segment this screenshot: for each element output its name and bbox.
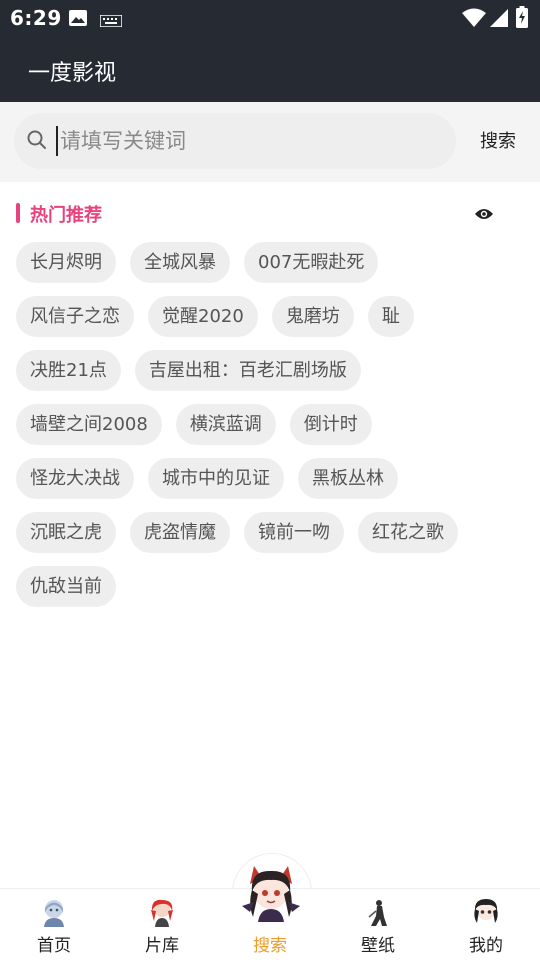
tag-list: 长月烬明 全城风暴 007无暇赴死 风信子之恋 觉醒2020 鬼磨坊 耻 决胜2… <box>16 242 526 620</box>
profile-avatar-icon <box>474 899 498 923</box>
status-bar: 6:29 <box>0 0 540 36</box>
tag-item[interactable]: 吉屋出租：百老汇剧场版 <box>134 350 361 391</box>
eye-icon[interactable] <box>474 206 494 225</box>
tag-item[interactable]: 决胜21点 <box>16 350 121 391</box>
tag-item[interactable]: 觉醒2020 <box>148 296 258 337</box>
tag-item[interactable]: 仇敌当前 <box>16 566 116 607</box>
tag-item[interactable]: 红花之歌 <box>358 512 458 553</box>
tag-item[interactable]: 风信子之恋 <box>16 296 134 337</box>
tag-item[interactable]: 怪龙大决战 <box>16 458 134 499</box>
nav-item-library[interactable]: 片库 <box>108 889 216 960</box>
nav-label: 片库 <box>145 936 179 956</box>
tag-item[interactable]: 黑板丛林 <box>298 458 398 499</box>
tag-row: 仇敌当前 <box>16 566 526 607</box>
tag-item[interactable]: 耻 <box>367 296 414 337</box>
wifi-icon <box>462 8 486 32</box>
battery-icon <box>516 6 528 32</box>
nav-label: 我的 <box>469 936 503 956</box>
tag-row: 墙壁之间2008 横滨蓝调 倒计时 <box>16 404 526 445</box>
library-avatar-icon <box>151 899 173 927</box>
tag-item[interactable]: 全城风暴 <box>130 242 230 283</box>
tag-item[interactable]: 007无暇赴死 <box>244 242 379 283</box>
app-title: 一度影视 <box>28 61 117 86</box>
nav-item-wallpaper[interactable]: 壁纸 <box>324 889 432 960</box>
search-icon <box>26 129 48 155</box>
wallpaper-avatar-icon <box>368 900 387 926</box>
status-time: 6:29 <box>10 6 62 30</box>
signal-icon <box>490 8 508 32</box>
nav-label: 搜索 <box>253 936 287 956</box>
nav-label: 首页 <box>37 936 71 956</box>
tag-row: 长月烬明 全城风暴 007无暇赴死 <box>16 242 526 283</box>
keyboard-icon <box>99 12 123 31</box>
tag-item[interactable]: 沉眠之虎 <box>16 512 116 553</box>
tag-row: 沉眠之虎 虎盗情魔 镜前一吻 红花之歌 <box>16 512 526 553</box>
home-avatar-icon <box>44 900 64 927</box>
search-input[interactable] <box>60 121 440 161</box>
nav-item-profile[interactable]: 我的 <box>432 889 540 960</box>
tag-item[interactable]: 墙壁之间2008 <box>16 404 162 445</box>
tag-row: 决胜21点 吉屋出租：百老汇剧场版 <box>16 350 526 391</box>
search-avatar-icon[interactable] <box>240 862 302 922</box>
nav-item-home[interactable]: 首页 <box>0 889 108 960</box>
tag-row: 怪龙大决战 城市中的见证 黑板丛林 <box>16 458 526 499</box>
search-button[interactable]: 搜索 <box>470 126 526 158</box>
search-area: 搜索 <box>0 102 540 182</box>
tag-item[interactable]: 虎盗情魔 <box>130 512 230 553</box>
tag-item[interactable]: 鬼磨坊 <box>271 296 354 337</box>
app-bar: 一度影视 <box>0 36 540 102</box>
tag-row: 风信子之恋 觉醒2020 鬼磨坊 耻 <box>16 296 526 337</box>
tag-item[interactable]: 横滨蓝调 <box>175 404 276 445</box>
tag-item[interactable]: 长月烬明 <box>16 242 116 283</box>
screen: 6:29 一度影视 搜索 <box>0 0 540 960</box>
search-box[interactable] <box>14 113 456 169</box>
hot-section: 热门推荐 长月烬明 全城风暴 007无暇赴死 风信子之恋 觉醒2020 鬼磨坊 … <box>0 182 540 888</box>
image-icon <box>68 8 88 32</box>
hot-title: 热门推荐 <box>30 205 102 226</box>
tag-item[interactable]: 城市中的见证 <box>148 458 284 499</box>
nav-label: 壁纸 <box>361 936 395 956</box>
hot-accent-bar <box>16 203 20 223</box>
tag-item[interactable]: 倒计时 <box>289 404 372 445</box>
text-cursor <box>56 126 58 156</box>
tag-item[interactable]: 镜前一吻 <box>244 512 344 553</box>
